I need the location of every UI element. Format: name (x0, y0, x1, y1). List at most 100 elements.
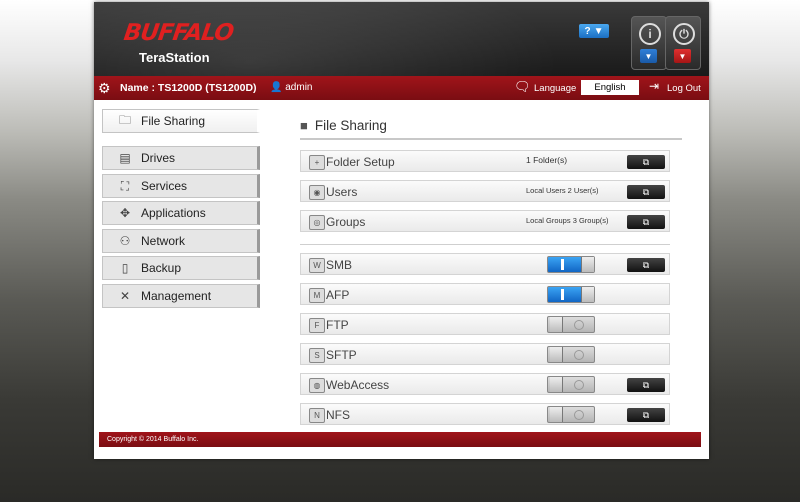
nfs-toggle[interactable] (547, 406, 595, 423)
sidebar-item-label: Services (141, 179, 188, 193)
ftp-icon: F (309, 318, 325, 333)
power-icon: ⏻ (673, 23, 695, 45)
brand-logo: BUFFALO (122, 20, 235, 46)
row-label: Users (326, 185, 358, 199)
users-open-button[interactable]: ⧉ (627, 185, 665, 199)
row-info: 1 Folder(s) (526, 155, 568, 165)
logout-link[interactable]: Log Out (667, 83, 701, 94)
copyright-text: Copyright © 2014 Buffalo Inc. (107, 436, 199, 443)
sidebar-item-label: Applications (141, 206, 206, 220)
sidebar-item-management[interactable]: ✕ Management (102, 284, 260, 308)
backup-icon: ▯ (121, 261, 129, 275)
afp-row: M AFP (300, 283, 670, 305)
section-divider (300, 244, 670, 245)
sftp-icon: S (309, 348, 325, 363)
row-label: Folder Setup (326, 155, 395, 169)
info-button[interactable]: i ▼ (631, 16, 667, 70)
webaccess-toggle[interactable] (547, 376, 595, 393)
groups-open-button[interactable]: ⧉ (627, 215, 665, 229)
sftp-toggle[interactable] (547, 346, 595, 363)
row-label: SFTP (326, 348, 357, 362)
chevron-down-icon: ▼ (678, 51, 687, 61)
title-divider (300, 138, 682, 140)
folder-setup-open-button[interactable]: ⧉ (627, 155, 665, 169)
chevron-down-icon: ▼ (644, 51, 653, 61)
row-label: FTP (326, 318, 349, 332)
app-window: BUFFALO TeraStation ? ▼ i ▼ ⏻ ▼ ⚙ Name :… (94, 2, 709, 459)
smb-open-button[interactable]: ⧉ (627, 258, 665, 272)
nfs-icon: N (309, 408, 325, 423)
external-link-icon: ⧉ (642, 186, 650, 197)
row-label: SMB (326, 258, 353, 272)
row-info: Local Users 2 User(s) (526, 186, 599, 195)
user-display: 👤 admin (270, 82, 312, 93)
folder-icon: 🗀 (118, 112, 131, 127)
drives-icon: ▤ (119, 151, 131, 165)
main-content: ■ File Sharing + Folder Setup 1 Folder(s… (300, 110, 682, 425)
chevron-down-icon[interactable]: ▼ (629, 82, 639, 93)
sidebar-item-label: Drives (141, 151, 176, 165)
sidebar-item-file-sharing[interactable]: 🗀 File Sharing (102, 109, 260, 133)
sidebar-item-label: Management (141, 289, 212, 303)
chevron-down-icon: ▼ (593, 25, 604, 37)
info-dropdown-button[interactable]: ▼ (640, 49, 657, 63)
external-link-icon: ⧉ (642, 409, 650, 420)
network-icon: ⚇ (119, 234, 131, 248)
nfs-open-button[interactable]: ⧉ (627, 408, 665, 422)
sidebar-item-backup[interactable]: ▯ Backup (102, 256, 260, 280)
nfs-row: N NFS ⧉ (300, 403, 670, 425)
smb-icon: W (309, 258, 325, 273)
header: BUFFALO TeraStation ? ▼ i ▼ ⏻ ▼ (94, 2, 709, 76)
ftp-row: F FTP (300, 313, 670, 335)
webaccess-row: ◍ WebAccess ⧉ (300, 373, 670, 395)
external-link-icon: ⧉ (642, 379, 650, 390)
webaccess-icon: ◍ (309, 378, 325, 393)
users-icon: ◉ (309, 185, 325, 200)
gear-icon[interactable]: ⚙ (98, 80, 111, 97)
users-row[interactable]: ◉ Users Local Users 2 User(s) ⧉ (300, 180, 670, 202)
tools-icon: ✕ (119, 289, 131, 303)
applications-icon: ✥ (119, 206, 131, 220)
sidebar-item-applications[interactable]: ✥ Applications (102, 201, 260, 225)
row-info: Local Groups 3 Group(s) (526, 216, 609, 225)
sidebar-item-label: Network (141, 234, 186, 248)
folder-setup-row[interactable]: + Folder Setup 1 Folder(s) ⧉ (300, 150, 670, 172)
power-dropdown-button[interactable]: ▼ (674, 49, 691, 63)
folder-setup-icon: + (309, 155, 325, 170)
external-link-icon: ⧉ (642, 259, 650, 270)
sidebar-item-label: File Sharing (141, 114, 206, 128)
sftp-row: S SFTP (300, 343, 670, 365)
footer: Copyright © 2014 Buffalo Inc. (99, 432, 701, 447)
language-label: Language (534, 83, 577, 94)
afp-toggle[interactable] (547, 286, 595, 303)
smb-toggle[interactable] (547, 256, 595, 273)
services-icon: ⛶ (120, 178, 130, 193)
row-label: NFS (326, 408, 350, 422)
webaccess-open-button[interactable]: ⧉ (627, 378, 665, 392)
external-link-icon: ⧉ (642, 156, 650, 167)
page-title-text: File Sharing (314, 118, 387, 133)
folder-icon: ■ (300, 118, 308, 133)
language-icon: 🗨 (514, 79, 531, 94)
logout-icon[interactable]: ⇥ (649, 79, 659, 93)
language-value: English (594, 82, 626, 93)
ftp-toggle[interactable] (547, 316, 595, 333)
sidebar-item-label: Backup (141, 261, 182, 275)
groups-icon: ◎ (309, 215, 325, 230)
sidebar-item-drives[interactable]: ▤ Drives (102, 146, 260, 170)
help-button[interactable]: ? ▼ (579, 24, 609, 38)
external-link-icon: ⧉ (642, 216, 650, 227)
power-button[interactable]: ⏻ ▼ (665, 16, 701, 70)
smb-row: W SMB ⧉ (300, 253, 670, 275)
help-label: ? (584, 25, 591, 37)
product-name: TeraStation (139, 50, 210, 65)
sidebar-item-network[interactable]: ⚇ Network (102, 229, 260, 253)
groups-row[interactable]: ◎ Groups Local Groups 3 Group(s) ⧉ (300, 210, 670, 232)
page-title: ■ File Sharing (300, 118, 387, 133)
sidebar-item-services[interactable]: ⛶ Services (102, 174, 260, 198)
row-label: AFP (326, 288, 350, 302)
user-icon: 👤 (270, 82, 283, 93)
afp-icon: M (309, 288, 325, 303)
row-label: WebAccess (326, 378, 390, 392)
device-name: Name : TS1200D (TS1200D) (120, 82, 257, 94)
